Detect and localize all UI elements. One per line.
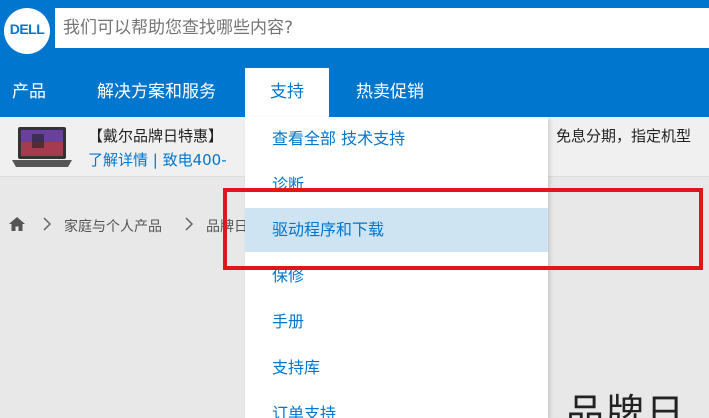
nav-item-support[interactable]: 支持 — [245, 68, 329, 117]
nav-item-solutions-services[interactable]: 解决方案和服务 — [97, 68, 216, 117]
nav-item-hot-deals[interactable]: 热卖促销 — [356, 68, 424, 117]
dell-logo[interactable]: DELL — [4, 8, 50, 54]
menu-item-order-support[interactable]: 订单支持 — [245, 392, 548, 418]
search-input[interactable] — [55, 8, 709, 48]
promo-right-text: 免息分期，指定机型 — [556, 127, 692, 145]
menu-item-support-library[interactable]: 支持库 — [245, 346, 548, 390]
page-title: 品牌日 — [566, 391, 687, 418]
promo-links[interactable]: 了解详情 | 致电400- — [88, 149, 227, 170]
laptop-thumbnail — [12, 127, 72, 167]
nav-item-products[interactable]: 产品 — [12, 68, 46, 117]
home-icon[interactable] — [8, 216, 26, 232]
promo-title: 【戴尔品牌日特惠】 — [88, 127, 224, 145]
breadcrumb-item-home-personal[interactable]: 家庭与个人产品 — [64, 216, 162, 236]
chevron-right-icon — [185, 217, 194, 231]
menu-item-all-tech-support[interactable]: 查看全部 技术支持 — [245, 117, 548, 161]
top-header: DELL — [0, 0, 709, 68]
search-box[interactable] — [55, 8, 709, 48]
menu-item-manuals[interactable]: 手册 — [245, 300, 548, 344]
annotation-highlight-box — [223, 188, 703, 270]
main-nav: 产品 解决方案和服务 支持 热卖促销 — [0, 68, 709, 117]
chevron-right-icon — [43, 217, 52, 231]
logo-text: DELL — [9, 21, 45, 37]
